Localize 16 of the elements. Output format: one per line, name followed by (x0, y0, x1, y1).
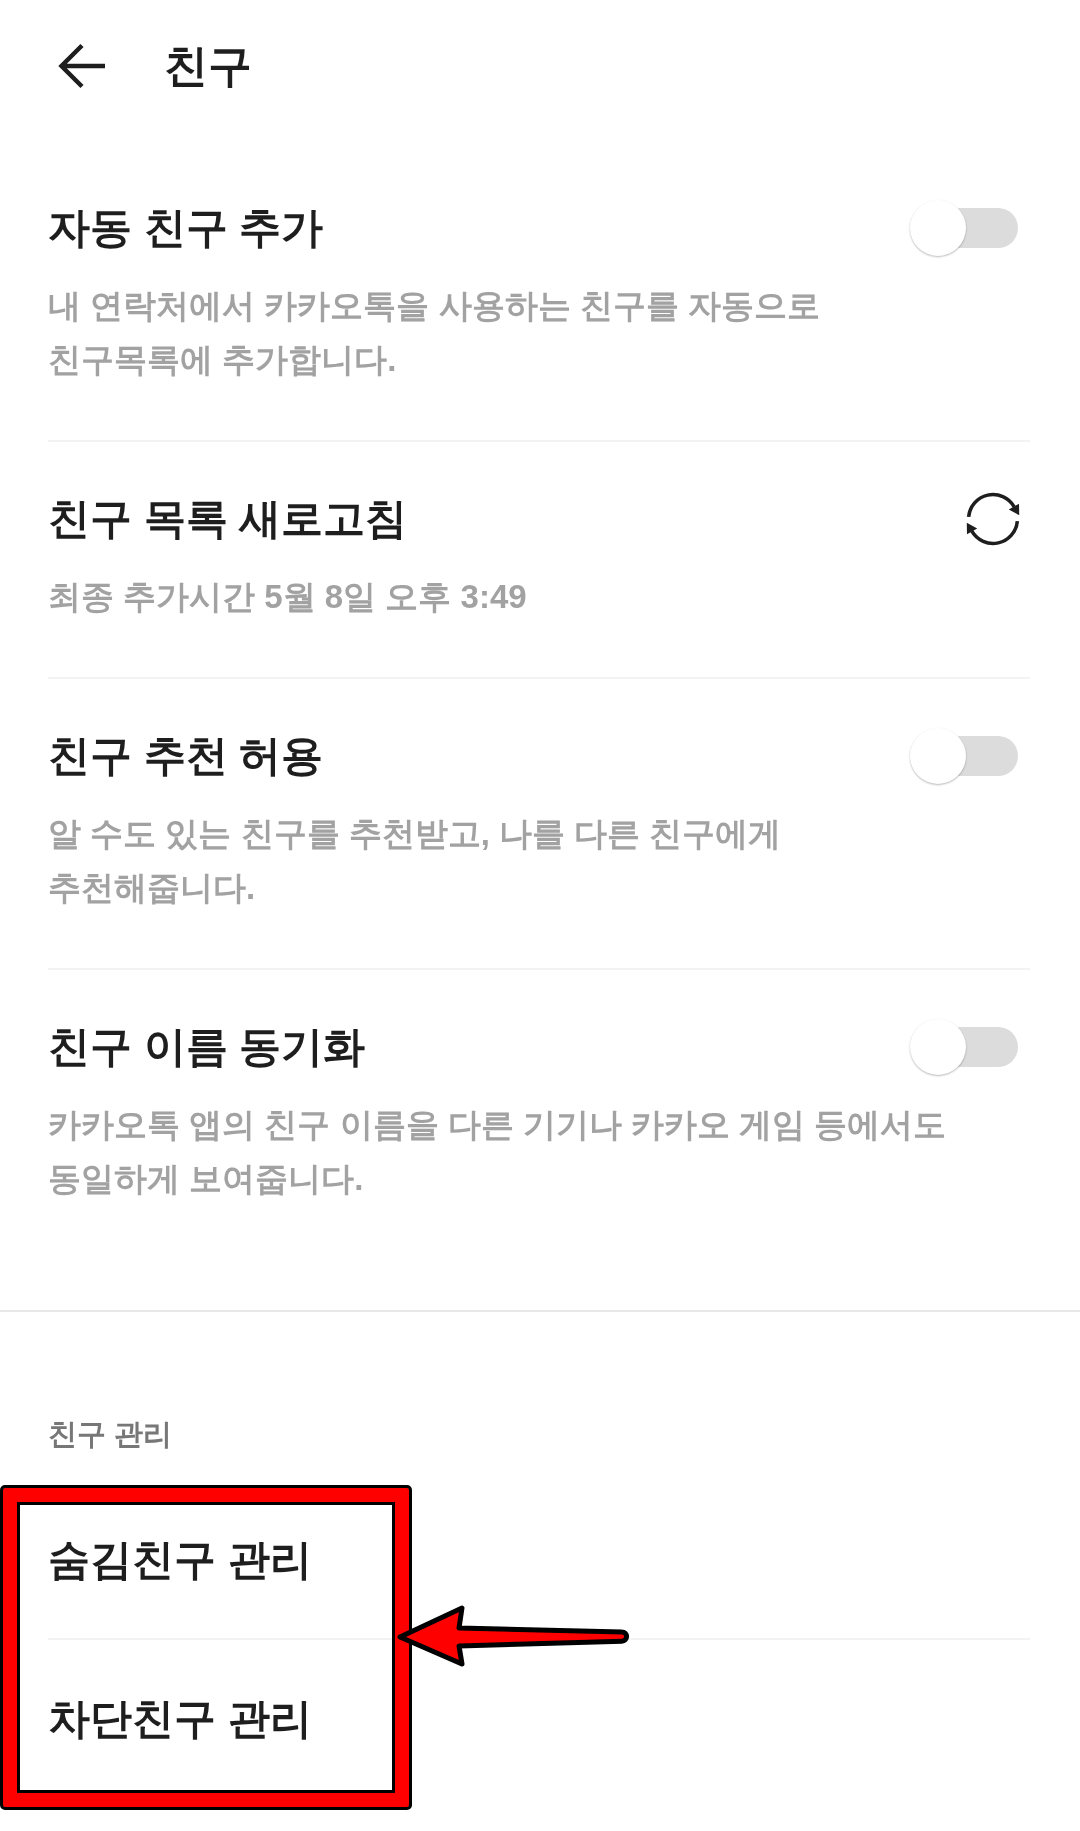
section-heading: 친구 관리 (48, 1417, 174, 1452)
menu-item[interactable]: 숨김친구 관리 (48, 1533, 312, 1587)
toggle-switch[interactable] (908, 198, 1020, 258)
toggle-switch[interactable] (908, 1017, 1020, 1077)
page-title: 친구 (164, 40, 252, 92)
toggle-switch[interactable] (908, 726, 1020, 786)
setting-description: 알 수도 있는 친구를 추천받고, 나를 다른 친구에게 추천해줍니다. (48, 814, 783, 908)
setting-title: 친구 목록 새로고침 (48, 494, 408, 544)
setting-title: 친구 이름 동기화 (48, 1022, 366, 1072)
menu-item[interactable]: 차단친구 관리 (48, 1692, 312, 1746)
setting-description: 카카오톡 앱의 친구 이름을 다른 기기나 카카오 게임 등에서도 동일하게 보여줍니다. (48, 1105, 948, 1199)
setting-title: 친구 추천 허용 (48, 731, 324, 781)
back-icon[interactable] (58, 43, 106, 89)
setting-title: 자동 친구 추가 (48, 203, 324, 253)
setting-description: 내 연락처에서 카카오톡을 사용하는 친구를 자동으로 친구목록에 추가합니다. (48, 286, 821, 380)
setting-description: 최종 추가시간 5월 8일 오후 3:49 (48, 577, 528, 617)
